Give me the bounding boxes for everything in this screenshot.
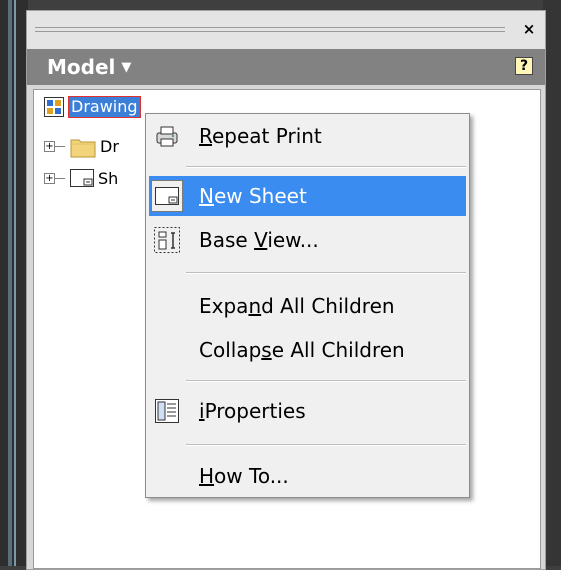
expand-icon[interactable]: +	[44, 141, 55, 152]
close-button[interactable]: ×	[521, 20, 537, 38]
menu-separator-highlight	[186, 273, 466, 274]
model-title-label: Model	[47, 55, 116, 79]
menu-item-repeat-print[interactable]: Repeat Print	[149, 116, 466, 156]
menu-item-label: New Sheet	[199, 184, 307, 208]
menu-item-label: How To...	[199, 464, 289, 488]
sheet-icon	[70, 169, 94, 187]
model-dropdown[interactable]: Model ▼	[47, 55, 131, 79]
menu-item-label: Repeat Print	[199, 124, 322, 148]
menu-item-label: Expand All Children	[199, 294, 395, 318]
expand-icon[interactable]: +	[44, 173, 55, 184]
folder-icon	[70, 136, 96, 158]
menu-separator-highlight	[186, 445, 466, 446]
context-menu: Repeat Print New Sheet Base View... Expa…	[145, 113, 470, 498]
grip-line	[35, 27, 505, 28]
new-sheet-icon	[151, 180, 183, 212]
menu-item-new-sheet[interactable]: New Sheet	[149, 176, 466, 216]
menu-item-label: Base View...	[199, 228, 319, 252]
drawing-icon	[44, 97, 64, 117]
tree-root-row[interactable]: Drawing	[44, 96, 141, 118]
help-button[interactable]: ?	[515, 57, 533, 75]
menu-item-collapse-all-children[interactable]: Collapse All Children	[149, 330, 466, 370]
base-view-icon	[151, 224, 183, 256]
tree-item-label: Sh	[98, 169, 119, 188]
caret-down-icon: ▼	[121, 59, 132, 75]
grip-line	[35, 31, 505, 32]
menu-item-how-to[interactable]: How To...	[149, 456, 466, 496]
close-icon: ×	[522, 20, 536, 38]
tree-root-label[interactable]: Drawing	[68, 96, 141, 118]
menu-item-expand-all-children[interactable]: Expand All Children	[149, 286, 466, 326]
tree-connector	[55, 178, 65, 179]
menu-item-iproperties[interactable]: iProperties	[149, 391, 466, 431]
panel-title-bar[interactable]: ×	[27, 11, 545, 50]
tree-connector	[55, 146, 65, 147]
left-dock-accent	[8, 0, 12, 566]
menu-separator-highlight	[186, 167, 466, 168]
print-icon	[151, 120, 183, 152]
menu-item-label: Collapse All Children	[199, 338, 405, 362]
model-header: Model ▼ ?	[27, 49, 545, 85]
menu-item-base-view[interactable]: Base View...	[149, 220, 466, 260]
left-dock-accent-light	[14, 0, 16, 566]
menu-item-label: iProperties	[199, 399, 306, 423]
menu-separator-highlight	[186, 381, 466, 382]
tree-item-label: Dr	[100, 137, 119, 156]
iproperties-icon	[151, 395, 183, 427]
help-icon: ?	[519, 58, 529, 74]
